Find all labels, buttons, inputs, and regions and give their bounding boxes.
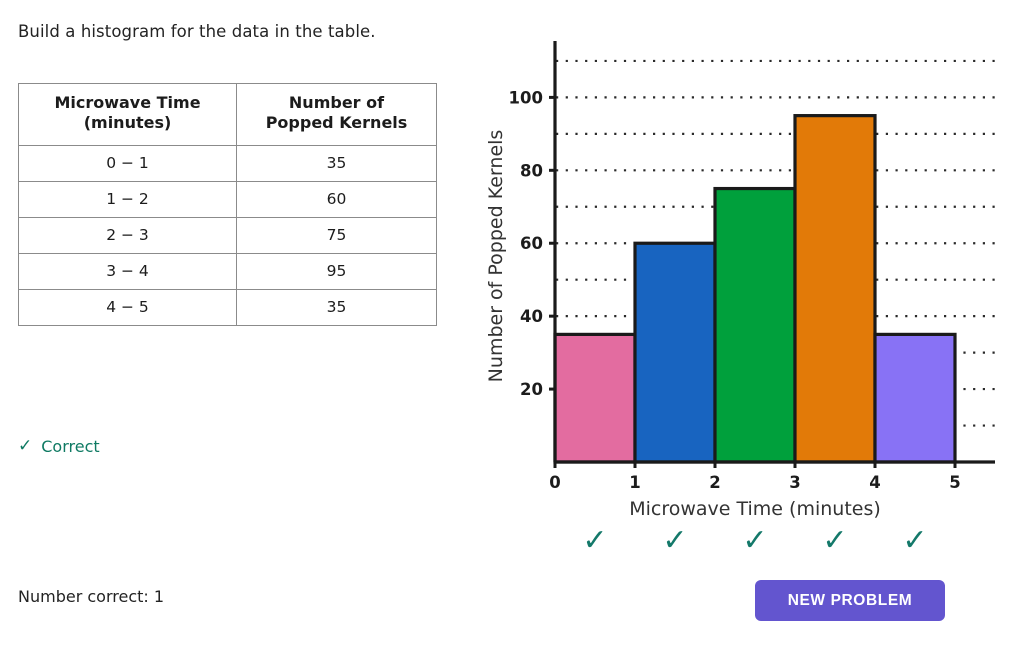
cell-count: 60: [236, 180, 437, 218]
cell-interval: 0 − 1: [18, 144, 237, 182]
problem-prompt: Build a histogram for the data in the ta…: [18, 22, 376, 41]
data-table: Microwave Time (minutes) Number of Poppe…: [18, 83, 437, 326]
table-header-microwave-time: Microwave Time (minutes): [18, 83, 237, 146]
y-tick-label: 60: [520, 234, 543, 253]
x-tick-label: 5: [949, 473, 960, 492]
cell-interval: 1 − 2: [18, 180, 237, 218]
histogram-bar[interactable]: [713, 186, 797, 464]
feedback-status: ✓ Correct: [18, 437, 100, 456]
table-row: 0 − 1 35: [18, 144, 437, 182]
cell-count: 95: [236, 252, 437, 290]
x-tick-label: 4: [869, 473, 880, 492]
table-header-popped-kernels: Number of Popped Kernels: [236, 83, 437, 146]
cell-interval: 3 − 4: [18, 252, 237, 290]
cell-count: 75: [236, 216, 437, 254]
histogram-panel: 20 40 60 80 100 0 1 2 3 4 5 Microwave Time (minutes…: [480, 0, 1032, 645]
table-row: 4 − 5 35: [18, 288, 437, 326]
y-tick-label: 40: [520, 307, 543, 326]
x-axis-label: Microwave Time (minutes): [629, 498, 881, 520]
histogram-bar[interactable]: [553, 332, 637, 464]
header-line-2: (minutes): [83, 113, 172, 133]
bar-check-row: ✓ ✓ ✓ ✓ ✓: [480, 524, 1032, 562]
histogram-bar[interactable]: [633, 241, 717, 464]
x-tick-label: 3: [789, 473, 800, 492]
bar-check-icon: ✓: [662, 523, 688, 558]
x-tick-label: 0: [549, 473, 560, 492]
score-label: Number correct: 1: [18, 587, 165, 606]
problem-panel: Build a histogram for the data in the ta…: [0, 0, 500, 645]
cell-count: 35: [236, 144, 437, 182]
table-row: 3 − 4 95: [18, 252, 437, 290]
histogram-bar[interactable]: [793, 114, 877, 464]
x-tick-label: 1: [629, 473, 640, 492]
header-line-1: Number of: [288, 93, 385, 112]
y-tick-label: 80: [520, 161, 543, 180]
feedback-label: Correct: [41, 437, 100, 456]
y-tick-label: 20: [520, 380, 543, 399]
cell-count: 35: [236, 288, 437, 326]
x-tick-label: 2: [709, 473, 720, 492]
cell-interval: 2 − 3: [18, 216, 237, 254]
header-line-1: Microwave Time: [54, 93, 201, 112]
header-line-2: Popped Kernels: [265, 113, 408, 133]
table-row: 2 − 3 75: [18, 216, 437, 254]
bar-check-icon: ✓: [902, 523, 928, 558]
new-problem-button[interactable]: NEW PROBLEM: [755, 580, 945, 621]
histogram-chart: 20 40 60 80 100 0 1 2 3 4 5 Microwave Time (minutes…: [485, 41, 995, 520]
histogram-bar[interactable]: [873, 332, 957, 464]
table-header-row: Microwave Time (minutes) Number of Poppe…: [18, 83, 437, 146]
cell-interval: 4 − 5: [18, 288, 237, 326]
table-row: 1 − 2 60: [18, 180, 437, 218]
bar-check-icon: ✓: [822, 523, 848, 558]
check-icon: ✓: [18, 436, 33, 456]
bar-check-icon: ✓: [742, 523, 768, 558]
y-tick-label: 100: [509, 88, 543, 107]
bar-check-icon: ✓: [582, 523, 608, 558]
y-axis-label: Number of Popped Kernels: [485, 130, 507, 383]
